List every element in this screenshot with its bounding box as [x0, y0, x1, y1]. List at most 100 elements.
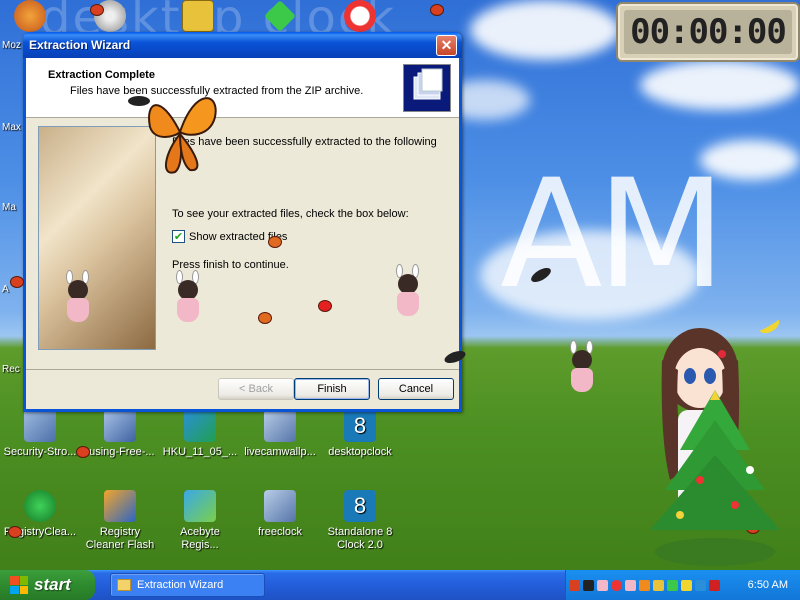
cloud	[640, 60, 800, 110]
tray-network-icon[interactable]	[695, 579, 706, 591]
ladybug-icon	[268, 236, 282, 248]
desktop-icon-label-cut[interactable]: Rec	[2, 364, 20, 375]
desktop-icon-registry-cleaner-flash[interactable]: Registry Cleaner Flash	[80, 490, 160, 552]
desktop-icon-label: Security-Stro...	[3, 446, 77, 458]
desktop-icon-top[interactable]	[250, 0, 310, 36]
extraction-wizard-window[interactable]: Extraction Wizard ✕ Extraction Complete …	[23, 32, 462, 412]
desktop-icon-top[interactable]	[0, 0, 60, 36]
task-label: Extraction Wizard	[137, 579, 224, 591]
check-instruction: To see your extracted files, check the b…	[172, 208, 409, 220]
registry-cleaner-icon	[24, 490, 56, 522]
desktop-icon-top[interactable]	[330, 0, 390, 36]
taskbar-task-extraction-wizard[interactable]: Extraction Wizard	[110, 573, 265, 597]
start-label: start	[34, 575, 71, 594]
bunny-head	[68, 280, 88, 300]
tray-clock-icon[interactable]	[611, 579, 622, 591]
tray-ladybug-icon[interactable]	[569, 579, 580, 591]
firefox-icon	[14, 0, 46, 32]
tray-zip-icon[interactable]	[653, 579, 664, 591]
zip-folder-icon	[403, 64, 451, 112]
desktop-icon-label-cut[interactable]: Max	[2, 122, 21, 133]
eight-clock-icon: 8	[344, 490, 376, 522]
bunny-head	[398, 274, 418, 294]
back-button[interactable]: < Back	[218, 378, 294, 400]
windows-flag-icon	[10, 576, 28, 594]
ladybug-icon	[258, 312, 272, 324]
flag-blue	[10, 585, 19, 594]
clock-face: 00:00:00	[624, 10, 792, 54]
ladybug-icon	[318, 300, 332, 312]
tray-butterfly-icon[interactable]	[639, 579, 650, 591]
archive-icon	[182, 0, 214, 32]
eight-clock-icon: 8	[344, 410, 376, 442]
bunny-girl-sprite	[168, 270, 208, 326]
desktop-icon-freeclock[interactable]: freeclock	[240, 490, 320, 539]
installer-icon	[264, 410, 296, 442]
bunny-head	[572, 350, 592, 370]
installer-icon	[264, 490, 296, 522]
desktop-icon-label: Standalone 8 Clock 2.0	[327, 526, 393, 551]
wizard-header: Extraction Complete Files have been succ…	[26, 58, 459, 118]
desktop-icon-livecamwallp[interactable]: livecamwallp...	[240, 410, 320, 459]
start-button[interactable]: start	[0, 570, 95, 600]
desktop-icon-label-cut[interactable]: Moz	[2, 40, 21, 51]
tray-shield-icon[interactable]	[709, 579, 720, 591]
desktop-icon-label: Registry Cleaner Flash	[85, 526, 155, 551]
desktop-icon-desktopclock[interactable]: 8 desktopclock	[320, 410, 400, 459]
tray-clock-time[interactable]: 6:50 AM	[748, 579, 788, 591]
tray-fly-icon[interactable]	[583, 579, 594, 591]
alarm-clock-icon	[344, 0, 376, 32]
desktop-icon-label: desktopclock	[328, 446, 392, 458]
ladybug-icon	[76, 446, 90, 458]
installer-icon	[24, 410, 56, 442]
acebyte-icon	[184, 490, 216, 522]
butterfly-icon	[148, 97, 217, 174]
desktop-icon-label-cut[interactable]: Ma	[2, 202, 16, 213]
bunny-girl-sprite	[562, 340, 602, 396]
bunny-dress	[571, 368, 593, 392]
desktop-icon-label-cut[interactable]: A	[2, 284, 9, 295]
gem-icon	[264, 0, 296, 32]
bunny-dress	[397, 292, 419, 316]
wallpaper-watermark: AM	[500, 148, 726, 322]
ladybug-icon	[8, 526, 22, 538]
desktop-icon-acebyte[interactable]: Acebyte Regis...	[160, 490, 240, 552]
christmas-tree-sprite	[650, 390, 780, 566]
window-title: Extraction Wizard	[29, 38, 131, 52]
clock-time: 00:00:00	[630, 12, 787, 52]
ladybug-icon	[430, 4, 444, 16]
bunny-girl-sprite	[388, 264, 428, 320]
bunny-head	[178, 280, 198, 300]
desktop-icon-label: Acebyte Regis...	[180, 526, 220, 551]
desktop-icon-hku[interactable]: HKU_11_05_...	[160, 410, 240, 459]
fly-icon	[128, 96, 150, 106]
tray-bunny-icon[interactable]	[597, 579, 608, 591]
desktop-icon-security-stro[interactable]: Security-Stro...	[0, 410, 80, 459]
ladybug-icon	[10, 276, 24, 288]
cancel-button[interactable]: Cancel	[378, 378, 454, 400]
desktop-icon-top[interactable]	[168, 0, 228, 36]
desktop-icon-label: HKU_11_05_...	[162, 446, 238, 458]
desktop-icon-rusing-free[interactable]: rusing-Free-...	[80, 410, 160, 459]
cloud	[470, 0, 620, 60]
flag-green	[19, 576, 28, 585]
desktop-icon-standalone-8-clock[interactable]: 8 Standalone 8 Clock 2.0	[320, 490, 400, 552]
window-titlebar[interactable]: Extraction Wizard ✕	[23, 32, 462, 58]
wizard-header-title: Extraction Complete	[48, 69, 155, 81]
checkbox-box[interactable]: ✔	[172, 230, 185, 243]
folder-icon	[117, 579, 131, 591]
tray-bunny-icon[interactable]	[625, 579, 636, 591]
taskbar: start Extraction Wizard 6:50 AM	[0, 570, 800, 600]
bunny-dress	[67, 298, 89, 322]
tray-banana-icon[interactable]	[681, 579, 692, 591]
finish-button[interactable]: Finish	[294, 378, 370, 400]
installer-icon	[104, 410, 136, 442]
bunny-girl-sprite	[58, 270, 98, 326]
flash-cleaner-icon	[104, 490, 136, 522]
tray-gear-icon[interactable]	[667, 579, 678, 591]
desktop-clock-widget[interactable]: 00:00:00	[616, 2, 800, 62]
desktop-icon-top[interactable]	[80, 0, 140, 36]
close-button[interactable]: ✕	[436, 35, 457, 56]
bunny-dress	[177, 298, 199, 322]
system-tray: 6:50 AM	[565, 570, 800, 600]
